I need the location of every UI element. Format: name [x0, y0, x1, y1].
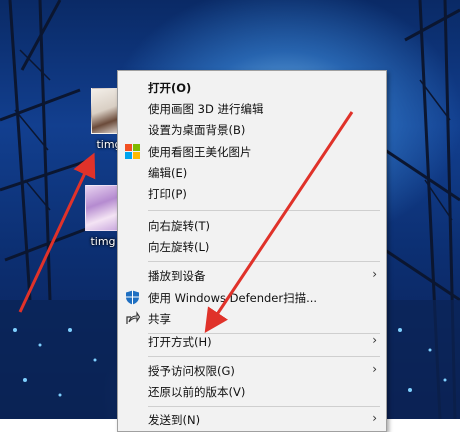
menu-separator: [148, 261, 380, 262]
menu-item-rotate-right[interactable]: 向右旋转(T): [118, 215, 386, 236]
menu-item-set-wallpaper[interactable]: 设置为桌面背景(B): [118, 119, 386, 140]
share-icon: [125, 311, 141, 326]
defender-shield-icon: [125, 290, 140, 305]
menu-item-edit[interactable]: 编辑(E): [118, 162, 386, 183]
menu-separator: [148, 406, 380, 407]
submenu-arrow-icon: ›: [372, 362, 377, 376]
menu-item-grant-access[interactable]: 授予访问权限(G) ›: [118, 360, 386, 381]
context-menu: 打开(O) 使用画图 3D 进行编辑 设置为桌面背景(B) 使用看图王美化图片 …: [117, 70, 387, 432]
submenu-arrow-icon: ›: [372, 267, 377, 281]
menu-separator: [148, 210, 380, 211]
menu-item-beautify-viewer[interactable]: 使用看图王美化图片: [118, 141, 386, 162]
menu-item-rotate-left[interactable]: 向左旋转(L): [118, 236, 386, 257]
menu-item-share[interactable]: 共享: [118, 308, 386, 329]
menu-item-print[interactable]: 打印(P): [118, 183, 386, 204]
menu-item-open[interactable]: 打开(O): [118, 77, 386, 98]
image-thumbnail-icon: [85, 185, 121, 231]
submenu-arrow-icon: ›: [372, 411, 377, 425]
menu-item-restore-versions[interactable]: 还原以前的版本(V): [118, 381, 386, 402]
viewer-app-icon: [125, 144, 140, 159]
menu-item-defender-scan[interactable]: 使用 Windows Defender扫描...: [118, 287, 386, 308]
menu-item-cast-to-device[interactable]: 播放到设备 ›: [118, 265, 386, 286]
menu-item-open-with[interactable]: 打开方式(H) ›: [118, 331, 386, 352]
menu-item-edit-paint3d[interactable]: 使用画图 3D 进行编辑: [118, 98, 386, 119]
menu-item-send-to[interactable]: 发送到(N) ›: [118, 409, 386, 430]
submenu-arrow-icon: ›: [372, 333, 377, 347]
menu-separator: [148, 356, 380, 357]
